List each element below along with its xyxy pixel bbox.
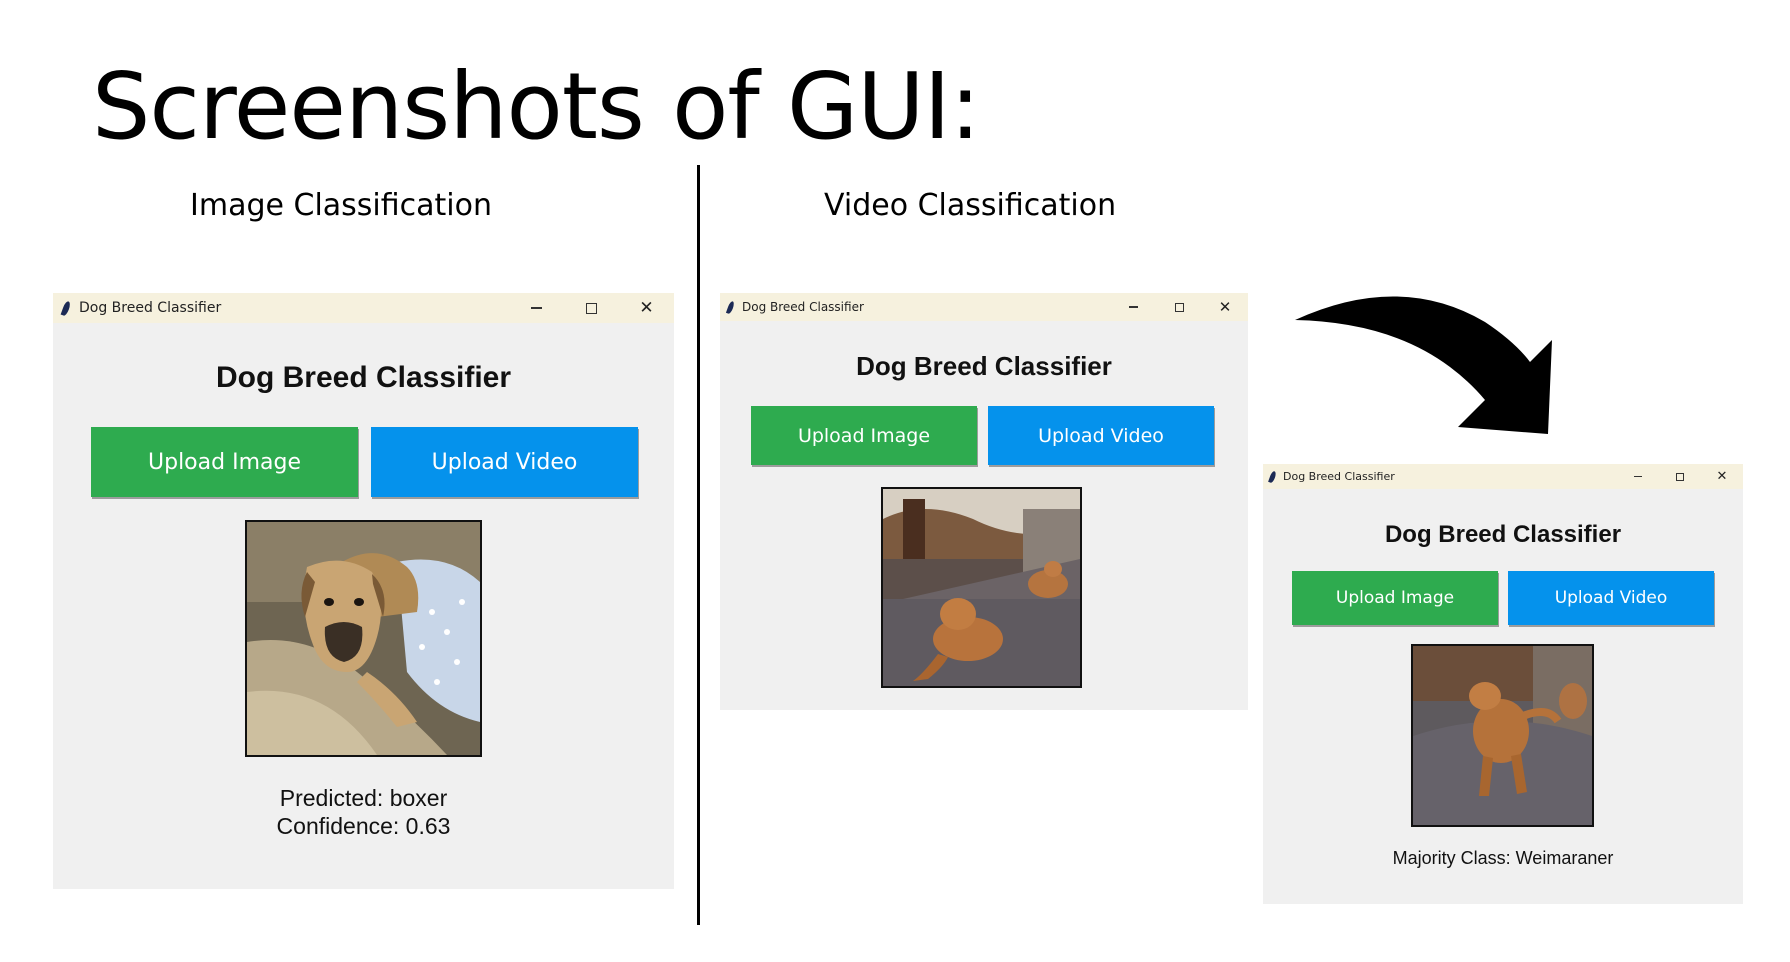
prediction-label: Predicted: boxer: [279, 785, 448, 811]
minimize-icon: [1128, 306, 1138, 308]
boxer-dog-image: [245, 520, 482, 757]
upload-video-button[interactable]: Upload Video: [1508, 571, 1714, 625]
app-heading: Dog Breed Classifier: [856, 351, 1112, 381]
confidence-label: Confidence: 0.63: [276, 813, 451, 839]
maximize-button[interactable]: [1659, 464, 1701, 489]
close-icon: ✕: [1218, 297, 1232, 316]
section-divider: [697, 165, 700, 925]
minimize-button[interactable]: [1617, 464, 1659, 489]
upload-video-button[interactable]: Upload Video: [988, 406, 1214, 465]
upload-image-button[interactable]: Upload Image: [91, 427, 358, 497]
window-title: Dog Breed Classifier: [742, 300, 864, 314]
upload-image-button[interactable]: Upload Image: [751, 406, 977, 465]
maximize-icon: [1676, 472, 1684, 481]
boxer-dog-picture: [247, 522, 480, 755]
minimize-button[interactable]: [1110, 293, 1156, 321]
window-titlebar[interactable]: Dog Breed Classifier ✕: [53, 293, 674, 323]
minimize-icon: [531, 307, 542, 309]
close-icon: ✕: [639, 297, 654, 318]
app-heading: Dog Breed Classifier: [215, 361, 512, 394]
video-classification-heading: Video Classification: [824, 188, 1117, 223]
maximize-icon: [1174, 302, 1184, 312]
upload-video-button[interactable]: Upload Video: [371, 427, 638, 497]
app-heading: Dog Breed Classifier: [1384, 521, 1622, 548]
majority-class-label: Majority Class: Weimaraner: [1392, 848, 1614, 868]
video-frame-image: [1411, 644, 1594, 827]
video-frame-image: [881, 487, 1082, 688]
video-classifier-window: Dog Breed Classifier ✕ Dog Breed Classif…: [720, 293, 1248, 710]
puppy-video-frame: [883, 489, 1080, 686]
video-result-window: Dog Breed Classifier ✕ Dog Breed Classif…: [1263, 464, 1743, 904]
maximize-button[interactable]: [1156, 293, 1202, 321]
feather-app-icon: [60, 299, 72, 317]
minimize-button[interactable]: [509, 293, 564, 323]
maximize-button[interactable]: [564, 293, 619, 323]
curved-arrow-icon: [1295, 296, 1552, 434]
close-button[interactable]: ✕: [619, 293, 674, 323]
minimize-icon: [1634, 475, 1642, 478]
maximize-icon: [586, 302, 597, 314]
window-controls: ✕: [1110, 293, 1248, 321]
image-classifier-window: Dog Breed Classifier ✕ Dog Breed Classif…: [53, 293, 674, 889]
feather-app-icon: [1268, 470, 1277, 483]
slide-title: Screenshots of GUI:: [92, 53, 981, 160]
window-titlebar[interactable]: Dog Breed Classifier ✕: [720, 293, 1248, 321]
window-title: Dog Breed Classifier: [79, 300, 222, 316]
close-button[interactable]: ✕: [1701, 464, 1743, 489]
puppy-video-frame: [1413, 646, 1592, 825]
close-button[interactable]: ✕: [1202, 293, 1248, 321]
feather-app-icon: [725, 300, 736, 314]
upload-image-button[interactable]: Upload Image: [1292, 571, 1498, 625]
window-controls: ✕: [1617, 464, 1743, 489]
window-controls: ✕: [509, 293, 674, 323]
window-title: Dog Breed Classifier: [1283, 470, 1395, 483]
window-titlebar[interactable]: Dog Breed Classifier ✕: [1263, 464, 1743, 489]
close-icon: ✕: [1716, 469, 1728, 484]
image-classification-heading: Image Classification: [190, 188, 492, 223]
